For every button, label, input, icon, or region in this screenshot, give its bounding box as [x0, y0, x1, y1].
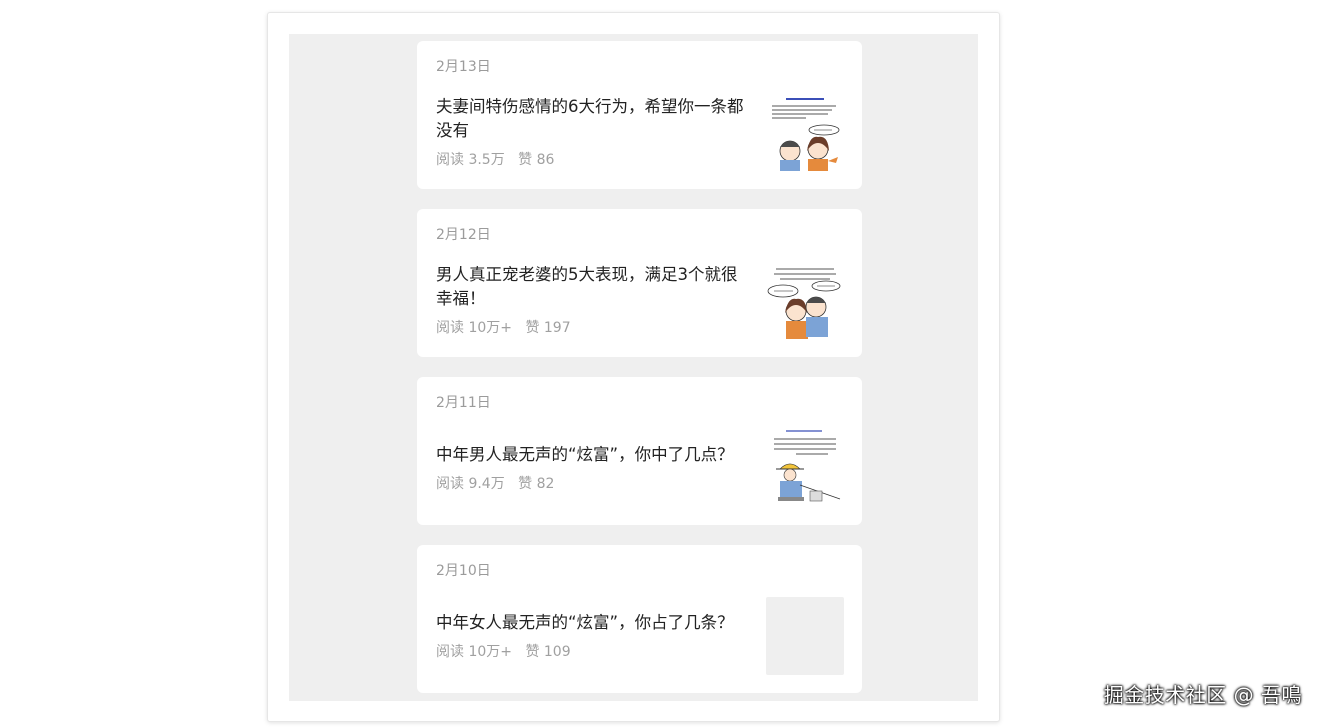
article-feed: 2月13日 夫妻间特伤感情的6大行为，希望你一条都没有 阅读 3.5万 赞 86	[289, 34, 978, 701]
article-card[interactable]: 2月13日 夫妻间特伤感情的6大行为，希望你一条都没有 阅读 3.5万 赞 86	[417, 41, 862, 189]
article-card[interactable]: 2月10日 中年女人最无声的“炫富”，你占了几条？ 阅读 10万+ 赞 109	[417, 545, 862, 693]
article-stats: 阅读 3.5万 赞 86	[436, 149, 554, 169]
article-title[interactable]: 夫妻间特伤感情的6大行为，希望你一条都没有	[436, 95, 748, 143]
article-card[interactable]: 2月12日 男人真正宠老婆的5大表现，满足3个就很幸福！ 阅读 10万+ 赞 1…	[417, 209, 862, 357]
read-count: 阅读 10万+	[436, 644, 512, 660]
article-card[interactable]: 2月11日 中年男人最无声的“炫富”，你中了几点？ 阅读 9.4万 赞 82	[417, 377, 862, 525]
article-stats: 阅读 9.4万 赞 82	[436, 473, 554, 493]
watermark-text: 掘金技术社区 @ 吾鳴	[1103, 683, 1302, 707]
couple-cartoon-icon	[766, 93, 844, 171]
article-thumbnail[interactable]	[766, 429, 844, 507]
article-thumbnail[interactable]	[766, 261, 844, 339]
like-count: 赞 197	[525, 320, 571, 336]
article-date: 2月10日	[436, 563, 491, 579]
read-count: 阅读 10万+	[436, 320, 512, 336]
article-title[interactable]: 中年女人最无声的“炫富”，你占了几条？	[436, 611, 748, 635]
article-title[interactable]: 男人真正宠老婆的5大表现，满足3个就很幸福！	[436, 263, 748, 311]
hug-cartoon-icon	[766, 261, 844, 339]
read-count: 阅读 9.4万	[436, 476, 505, 492]
article-date: 2月13日	[436, 59, 491, 75]
like-count: 赞 82	[518, 476, 555, 492]
article-stats: 阅读 10万+ 赞 197	[436, 317, 571, 337]
like-count: 赞 86	[518, 152, 555, 168]
article-thumbnail-placeholder[interactable]	[766, 597, 844, 675]
read-count: 阅读 3.5万	[436, 152, 505, 168]
like-count: 赞 109	[525, 644, 571, 660]
article-list-frame: 2月13日 夫妻间特伤感情的6大行为，希望你一条都没有 阅读 3.5万 赞 86	[267, 12, 1000, 722]
article-date: 2月11日	[436, 395, 491, 411]
article-thumbnail[interactable]	[766, 93, 844, 171]
fishing-cartoon-icon	[766, 429, 844, 507]
article-stats: 阅读 10万+ 赞 109	[436, 641, 571, 661]
article-title[interactable]: 中年男人最无声的“炫富”，你中了几点？	[436, 443, 748, 467]
article-date: 2月12日	[436, 227, 491, 243]
